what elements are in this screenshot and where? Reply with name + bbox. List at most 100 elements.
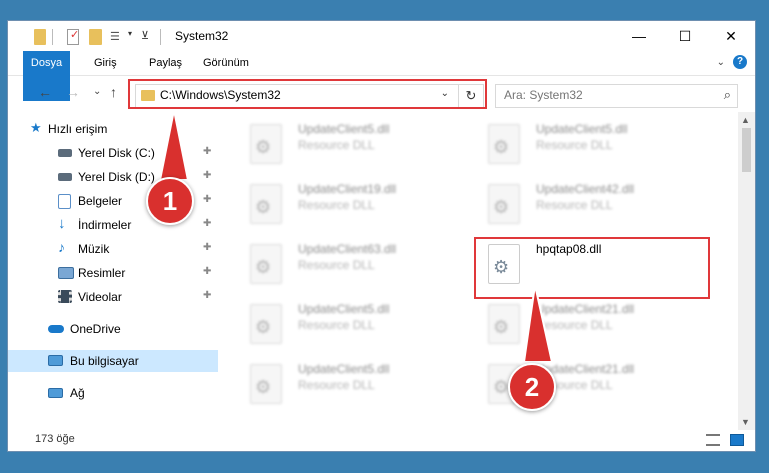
music-icon: ♪ bbox=[58, 239, 65, 255]
file-description: Resource DLL bbox=[298, 378, 375, 392]
chevron-down-icon[interactable]: ▾ bbox=[128, 29, 136, 45]
drive-icon bbox=[58, 173, 72, 181]
file-description: Resource DLL bbox=[536, 198, 613, 212]
pin-icon[interactable]: ✚ bbox=[203, 218, 211, 229]
ribbon: Dosya Giriş Paylaş Görünüm ⌄ ? bbox=[8, 51, 755, 101]
sidebar-item-label: Bu bilgisayar bbox=[70, 354, 139, 368]
help-icon[interactable]: ? bbox=[733, 55, 747, 69]
up-button[interactable]: ↑ bbox=[110, 84, 117, 100]
file-item[interactable]: UpdateClient5.dll Resource DLL bbox=[238, 360, 438, 410]
forward-button[interactable]: → bbox=[66, 84, 80, 100]
file-item[interactable]: UpdateClient19.dll Resource DLL bbox=[238, 180, 438, 230]
sidebar-item-label: Hızlı erişim bbox=[48, 122, 108, 136]
file-description: Resource DLL bbox=[298, 198, 375, 212]
navigation-pane: ★ Hızlı erişim Yerel Disk (C:) ✚ Yerel D… bbox=[8, 112, 218, 430]
sidebar-item-label: İndirmeler bbox=[78, 218, 132, 232]
dll-file-icon bbox=[488, 304, 520, 344]
file-description: Resource DLL bbox=[536, 138, 613, 152]
dll-file-icon bbox=[250, 124, 282, 164]
sidebar-item-quick-access[interactable]: ★ Hızlı erişim bbox=[8, 118, 218, 140]
pin-icon[interactable]: ✚ bbox=[203, 242, 211, 253]
pin-icon[interactable]: ✚ bbox=[203, 266, 211, 277]
sidebar-item-local-disk-c[interactable]: Yerel Disk (C:) ✚ bbox=[8, 142, 218, 164]
address-highlight-box bbox=[128, 79, 487, 109]
file-item[interactable]: UpdateClient5.dll Resource DLL bbox=[238, 120, 438, 170]
window-title: System32 bbox=[175, 29, 229, 43]
search-input[interactable] bbox=[504, 88, 704, 102]
minimize-button[interactable]: — bbox=[616, 21, 662, 51]
recent-locations-button[interactable]: ⌄ bbox=[93, 86, 101, 97]
sidebar-item-label: Resimler bbox=[78, 266, 126, 280]
network-icon bbox=[48, 388, 63, 398]
star-icon: ★ bbox=[30, 120, 42, 135]
file-name: UpdateClient42.dll bbox=[536, 182, 635, 196]
file-description: Resource DLL bbox=[536, 318, 613, 332]
sidebar-item-label: Videolar bbox=[78, 290, 122, 304]
file-item[interactable]: UpdateClient63.dll Resource DLL bbox=[238, 240, 438, 290]
scroll-up-icon[interactable]: ▲ bbox=[741, 115, 750, 125]
dll-file-icon bbox=[250, 184, 282, 224]
sidebar-item-this-pc[interactable]: Bu bilgisayar bbox=[8, 350, 218, 372]
vertical-scrollbar[interactable]: ▲ ▼ bbox=[738, 112, 755, 430]
file-item[interactable]: UpdateClient5.dll Resource DLL bbox=[476, 120, 676, 170]
file-highlight-box bbox=[474, 237, 710, 299]
file-item[interactable]: UpdateClient21.dll Resource DLL bbox=[476, 300, 676, 350]
properties-icon[interactable]: ✓ bbox=[67, 29, 79, 45]
customize-toolbar-icon[interactable]: ⊻ bbox=[141, 29, 151, 45]
sidebar-item-label: Ağ bbox=[70, 386, 85, 400]
file-description: Resource DLL bbox=[298, 138, 375, 152]
expand-ribbon-icon[interactable]: ⌄ bbox=[717, 57, 725, 68]
tab-view[interactable]: Görünüm bbox=[193, 51, 259, 75]
file-item[interactable]: UpdateClient5.dll Resource DLL bbox=[238, 300, 438, 350]
documents-icon bbox=[58, 194, 71, 209]
sidebar-item-onedrive[interactable]: OneDrive bbox=[8, 318, 218, 340]
pin-icon[interactable]: ✚ bbox=[203, 290, 211, 301]
step-badge-1: 1 bbox=[146, 177, 194, 225]
tab-share[interactable]: Paylaş bbox=[139, 51, 192, 75]
close-button[interactable]: ✕ bbox=[708, 21, 754, 51]
divider bbox=[52, 29, 53, 45]
sidebar-item-videos[interactable]: Videolar ✚ bbox=[8, 286, 218, 308]
file-name: UpdateClient63.dll bbox=[298, 242, 397, 256]
back-button[interactable]: ← bbox=[38, 84, 52, 100]
maximize-button[interactable]: ☐ bbox=[662, 21, 708, 51]
file-name: UpdateClient5.dll bbox=[536, 122, 628, 136]
cloud-icon bbox=[48, 325, 64, 333]
pictures-icon bbox=[58, 267, 74, 279]
file-name: UpdateClient5.dll bbox=[298, 302, 390, 316]
dll-file-icon bbox=[250, 244, 282, 284]
pin-icon[interactable]: ✚ bbox=[203, 194, 211, 205]
scroll-thumb[interactable] bbox=[742, 128, 751, 172]
file-description: Resource DLL bbox=[298, 258, 375, 272]
search-box[interactable]: ⌕ bbox=[495, 84, 738, 108]
dll-file-icon bbox=[250, 364, 282, 404]
file-item[interactable]: UpdateClient21.dll Resource DLL bbox=[476, 360, 676, 410]
sidebar-item-label: Belgeler bbox=[78, 194, 123, 208]
scroll-down-icon[interactable]: ▼ bbox=[741, 417, 750, 427]
file-item[interactable]: UpdateClient42.dll Resource DLL bbox=[476, 180, 676, 230]
item-count: 173 öğe bbox=[35, 433, 75, 445]
status-bar: 173 öğe bbox=[8, 430, 755, 451]
file-name: UpdateClient5.dll bbox=[298, 362, 390, 376]
file-description: Resource DLL bbox=[298, 318, 375, 332]
file-name: UpdateClient5.dll bbox=[298, 122, 390, 136]
videos-icon bbox=[58, 290, 72, 303]
sidebar-item-music[interactable]: ♪ Müzik ✚ bbox=[8, 238, 218, 260]
large-icons-view-icon[interactable] bbox=[730, 434, 744, 446]
pin-icon[interactable]: ✚ bbox=[203, 170, 211, 181]
details-view-icon[interactable] bbox=[706, 434, 720, 446]
sidebar-item-pictures[interactable]: Resimler ✚ bbox=[8, 262, 218, 284]
tab-home[interactable]: Giriş bbox=[84, 51, 127, 75]
sidebar-item-label: Yerel Disk (C:) bbox=[78, 146, 155, 160]
dll-file-icon bbox=[250, 304, 282, 344]
file-name: UpdateClient21.dll bbox=[536, 302, 635, 316]
dll-file-icon bbox=[488, 184, 520, 224]
view-icon[interactable]: ☰ bbox=[110, 29, 124, 45]
search-icon[interactable]: ⌕ bbox=[724, 87, 731, 103]
pin-icon[interactable]: ✚ bbox=[203, 146, 211, 157]
computer-icon bbox=[48, 355, 63, 366]
sidebar-item-network[interactable]: Ağ bbox=[8, 382, 218, 404]
sidebar-item-label: Yerel Disk (D:) bbox=[78, 170, 155, 184]
divider bbox=[160, 29, 161, 45]
new-folder-icon[interactable] bbox=[89, 29, 102, 45]
